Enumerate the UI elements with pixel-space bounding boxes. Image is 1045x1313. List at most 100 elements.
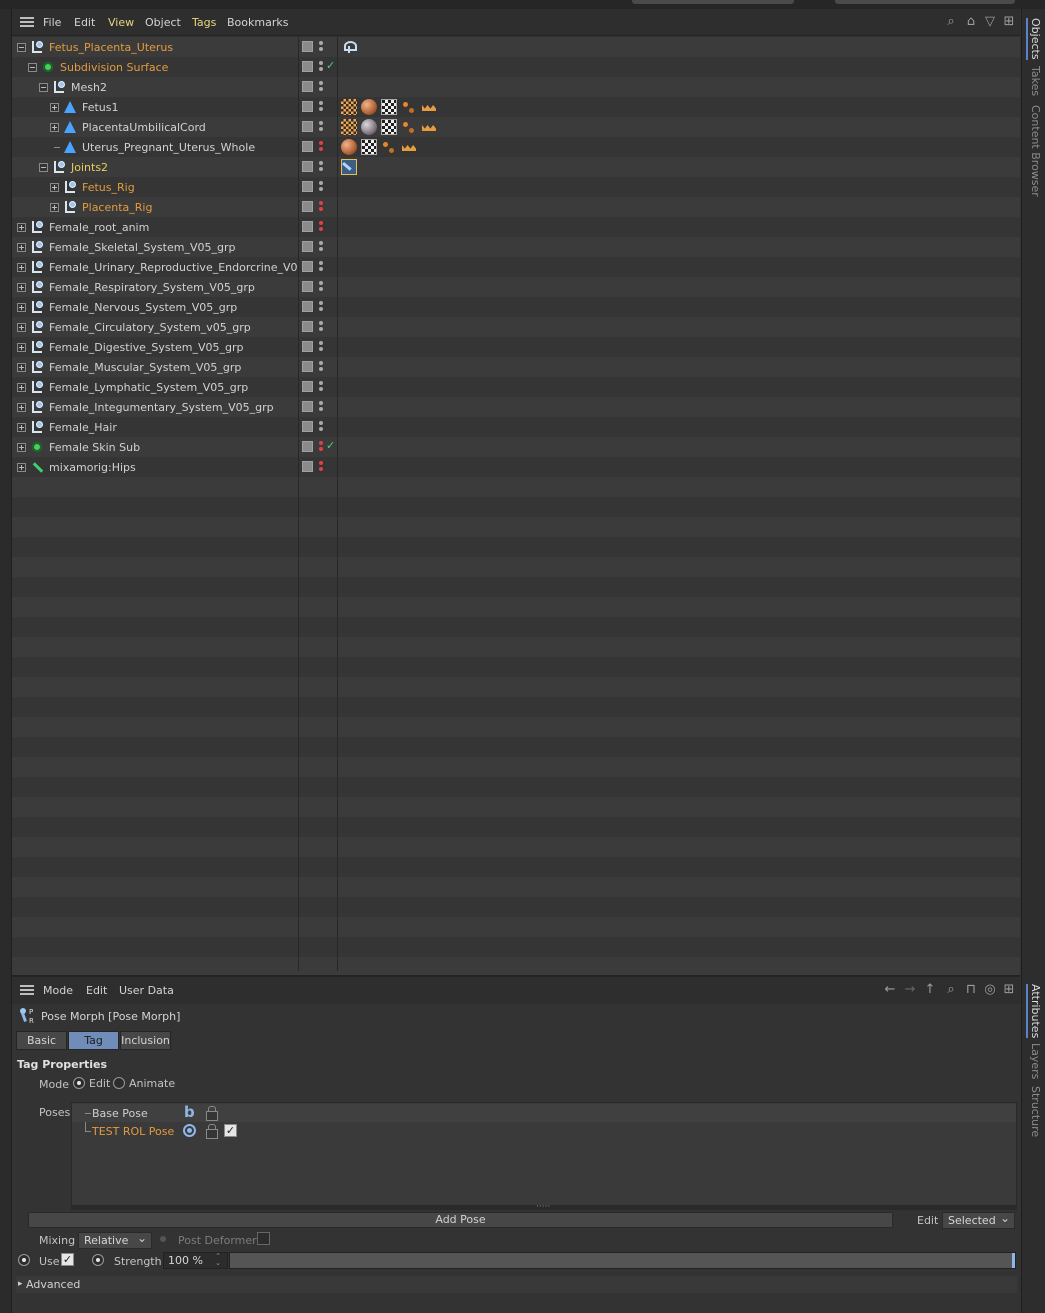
visibility-dots-icon[interactable]	[318, 340, 323, 354]
flag-tag-icon[interactable]	[341, 119, 357, 135]
object-name[interactable]: Mesh2	[71, 81, 107, 94]
visibility-dots-icon[interactable]	[318, 100, 323, 114]
tab-inclusion[interactable]: Inclusion	[120, 1031, 171, 1050]
expand-toggle-icon[interactable]	[17, 303, 26, 312]
strength-slider-handle[interactable]	[1012, 1253, 1015, 1268]
pose-row-test-rol[interactable]: TEST ROL Pose ✓	[72, 1122, 1016, 1140]
layer-color-swatch[interactable]	[302, 201, 313, 212]
vertex-map-tag-icon[interactable]	[401, 99, 417, 115]
mixing-dropdown[interactable]: Relative	[78, 1231, 152, 1249]
expand-toggle-icon[interactable]	[17, 443, 26, 452]
menu-file[interactable]: File	[43, 16, 61, 29]
object-name[interactable]: Uterus_Pregnant_Uterus_Whole	[82, 141, 255, 154]
object-name[interactable]: Female_Lymphatic_System_V05_grp	[49, 381, 248, 394]
attr-new-window-icon[interactable]: ⊞	[1002, 983, 1016, 997]
expand-toggle-icon[interactable]	[17, 363, 26, 372]
object-row[interactable]: Fetus_Placenta_Uterus	[12, 37, 1020, 57]
use-checkbox[interactable]: ✓	[61, 1253, 74, 1266]
object-name[interactable]: Joints2	[71, 161, 108, 174]
visibility-dots-icon[interactable]	[318, 420, 323, 434]
object-tree-cell[interactable]: PlacentaUmbilicalCord	[12, 117, 299, 137]
tab-basic[interactable]: Basic	[16, 1031, 67, 1050]
object-tree-cell[interactable]: Fetus_Rig	[12, 177, 299, 197]
vertex-map-tag-icon[interactable]	[381, 139, 397, 155]
visibility-dots-icon[interactable]	[318, 300, 323, 314]
side-tab-takes[interactable]: Takes	[1029, 66, 1042, 96]
object-row[interactable]: Female_Lymphatic_System_V05_grp	[12, 377, 1020, 397]
object-row[interactable]: Female_Urinary_Reproductive_Endorcrine_V…	[12, 257, 1020, 277]
collapse-toggle-icon[interactable]	[39, 163, 48, 172]
expand-toggle-icon[interactable]	[50, 203, 59, 212]
object-tree-cell[interactable]: Female_Hair	[12, 417, 299, 437]
object-row[interactable]: mixamorig:Hips	[12, 457, 1020, 477]
layer-color-swatch[interactable]	[302, 181, 313, 192]
object-name[interactable]: Female_Nervous_System_V05_grp	[49, 301, 237, 314]
object-row[interactable]: Placenta_Rig	[12, 197, 1020, 217]
layer-color-swatch[interactable]	[302, 261, 313, 272]
vertex-map-tag-icon[interactable]	[401, 119, 417, 135]
collapse-toggle-icon[interactable]	[28, 63, 37, 72]
side-tab-structure[interactable]: Structure	[1029, 1086, 1042, 1137]
object-row[interactable]: Female_Digestive_System_V05_grp	[12, 337, 1020, 357]
object-tree-cell[interactable]: Female_Respiratory_System_V05_grp	[12, 277, 299, 297]
menu-attr-edit[interactable]: Edit	[86, 984, 107, 997]
forward-arrow-icon[interactable]: →	[903, 983, 917, 997]
strength-keyframe-icon[interactable]	[92, 1254, 104, 1266]
pose-row-base[interactable]: Base Pose b	[72, 1104, 1016, 1122]
pose-morph-tag-icon[interactable]	[341, 159, 357, 175]
object-tree-cell[interactable]: Female_Nervous_System_V05_grp	[12, 297, 299, 317]
pose-lock-icon[interactable]	[206, 1106, 218, 1121]
layer-color-swatch[interactable]	[302, 121, 313, 132]
object-name[interactable]: Subdivision Surface	[60, 61, 168, 74]
target-icon[interactable]	[183, 1124, 196, 1137]
menu-edit[interactable]: Edit	[74, 16, 95, 29]
object-name[interactable]: PlacentaUmbilicalCord	[82, 121, 206, 134]
material-tag-icon[interactable]	[341, 139, 357, 155]
tab-tag[interactable]: Tag	[68, 1031, 119, 1050]
expand-toggle-icon[interactable]	[17, 323, 26, 332]
object-name[interactable]: Placenta_Rig	[82, 201, 152, 214]
home-icon[interactable]: ⌂	[964, 15, 978, 29]
object-tree-cell[interactable]: Female_Integumentary_System_V05_grp	[12, 397, 299, 417]
visibility-dots-icon[interactable]	[318, 280, 323, 294]
visibility-dots-icon[interactable]	[318, 240, 323, 254]
expand-toggle-icon[interactable]	[50, 103, 59, 112]
visibility-dots-icon[interactable]	[318, 260, 323, 274]
crown-tag-icon[interactable]	[421, 99, 437, 115]
strength-input[interactable]: 100 %	[163, 1252, 228, 1269]
post-deformers-checkbox[interactable]	[257, 1232, 270, 1245]
layer-color-swatch[interactable]	[302, 401, 313, 412]
pose-lock-icon-2[interactable]	[206, 1124, 218, 1139]
menu-object[interactable]: Object	[145, 16, 181, 29]
material-tag-icon[interactable]	[361, 99, 377, 115]
object-row[interactable]: Subdivision Surface ✓	[12, 57, 1020, 77]
object-name[interactable]: Female_root_anim	[49, 221, 149, 234]
enabled-check-icon[interactable]: ✓	[326, 59, 335, 72]
layer-color-swatch[interactable]	[302, 421, 313, 432]
top-toolbar-field[interactable]	[632, 0, 794, 4]
visibility-dots-icon[interactable]	[318, 220, 323, 234]
object-row[interactable]: Female_Muscular_System_V05_grp	[12, 357, 1020, 377]
menu-mode[interactable]: Mode	[43, 984, 73, 997]
checker-tag-icon[interactable]	[381, 119, 397, 135]
visibility-dots-icon[interactable]	[318, 320, 323, 334]
object-tree-cell[interactable]: Mesh2	[12, 77, 299, 97]
side-tab-attributes[interactable]: Attributes	[1026, 984, 1042, 1039]
object-row[interactable]: Female_Hair	[12, 417, 1020, 437]
object-tree-cell[interactable]: Joints2	[12, 157, 299, 177]
object-tree-cell[interactable]: Subdivision Surface	[12, 57, 299, 77]
menu-user-data[interactable]: User Data	[119, 984, 174, 997]
object-name[interactable]: Female_Muscular_System_V05_grp	[49, 361, 241, 374]
visibility-dots-icon[interactable]	[318, 60, 323, 74]
object-name[interactable]: Female_Urinary_Reproductive_Endorcrine_V…	[49, 261, 299, 274]
expand-toggle-icon[interactable]	[17, 343, 26, 352]
filter-icon[interactable]: ▽	[983, 15, 997, 29]
collapse-toggle-icon[interactable]	[39, 83, 48, 92]
expand-toggle-icon[interactable]	[50, 183, 59, 192]
object-row[interactable]: Female_Integumentary_System_V05_grp	[12, 397, 1020, 417]
checker-tag-icon[interactable]	[361, 139, 377, 155]
object-tree-cell[interactable]: Female Skin Sub	[12, 437, 299, 457]
object-tree-cell[interactable]: Female_Skeletal_System_V05_grp	[12, 237, 299, 257]
visibility-dots-icon[interactable]	[318, 460, 323, 474]
menu-view[interactable]: View	[108, 16, 134, 29]
